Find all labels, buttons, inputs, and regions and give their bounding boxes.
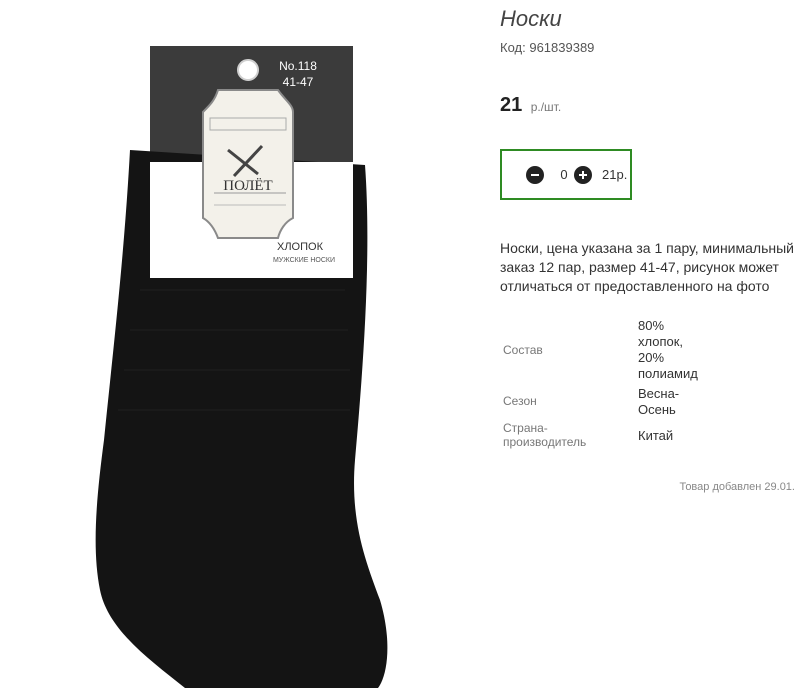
quantity-stepper: 0 21р. <box>500 149 632 200</box>
code-label: Код: <box>500 40 526 55</box>
spec-season-label: Сезон <box>503 394 537 408</box>
product-price: 21 р./шт. <box>500 94 561 117</box>
spec-country-line: Китай <box>638 428 674 443</box>
sock-image: ПОЛЁТ No.118 41-47 ХЛОПОК МУЖСКИЕ НОСКИ <box>95 46 388 688</box>
spec-season-line: Весна- <box>638 386 680 401</box>
spec-composition-line: хлопок, <box>638 334 684 349</box>
spec-composition-line: полиамид <box>638 366 698 381</box>
price-value: 21 <box>500 94 523 116</box>
spec-country-label-line: Страна- <box>503 421 548 435</box>
spec-country-label-line: производитель <box>503 435 587 449</box>
quantity-value: 0 <box>560 167 568 182</box>
spec-composition-value: 80% хлопок, 20% полиамид <box>638 318 698 382</box>
plus-circle-icon[interactable] <box>574 165 592 184</box>
spec-composition-line: 80% <box>638 318 665 333</box>
price-unit: р./шт. <box>530 100 562 114</box>
label-brand: ПОЛЁТ <box>223 177 272 194</box>
product-description: Носки, цена указана за 1 пару, минимальн… <box>500 240 794 294</box>
label-size: 41-47 <box>283 75 314 89</box>
minus-circle-icon[interactable] <box>526 165 544 184</box>
added-date: Товар добавлен 29.01. <box>679 481 795 493</box>
label-model: No.118 <box>279 59 317 73</box>
product-title: Носки <box>500 6 562 31</box>
brand-emblem <box>202 89 294 239</box>
spec-season-value: Весна- Осень <box>638 386 679 418</box>
code-value: 961839389 <box>529 40 595 55</box>
spec-composition-line: 20% <box>638 350 665 365</box>
spec-composition-label: Состав <box>503 343 543 357</box>
spec-season-line: Осень <box>638 402 676 417</box>
hanger-hole <box>237 59 259 81</box>
label-subtitle: МУЖСКИЕ НОСКИ <box>273 257 335 264</box>
quantity-total: 21р. <box>602 167 628 182</box>
spec-country-value: Китай <box>638 428 673 444</box>
spec-country-label: Страна- производитель <box>503 421 586 449</box>
product-photo[interactable]: ПОЛЁТ No.118 41-47 ХЛОПОК МУЖСКИЕ НОСКИ <box>0 0 490 688</box>
label-material: ХЛОПОК <box>277 241 324 253</box>
product-code: Код: 961839389 <box>500 40 594 55</box>
